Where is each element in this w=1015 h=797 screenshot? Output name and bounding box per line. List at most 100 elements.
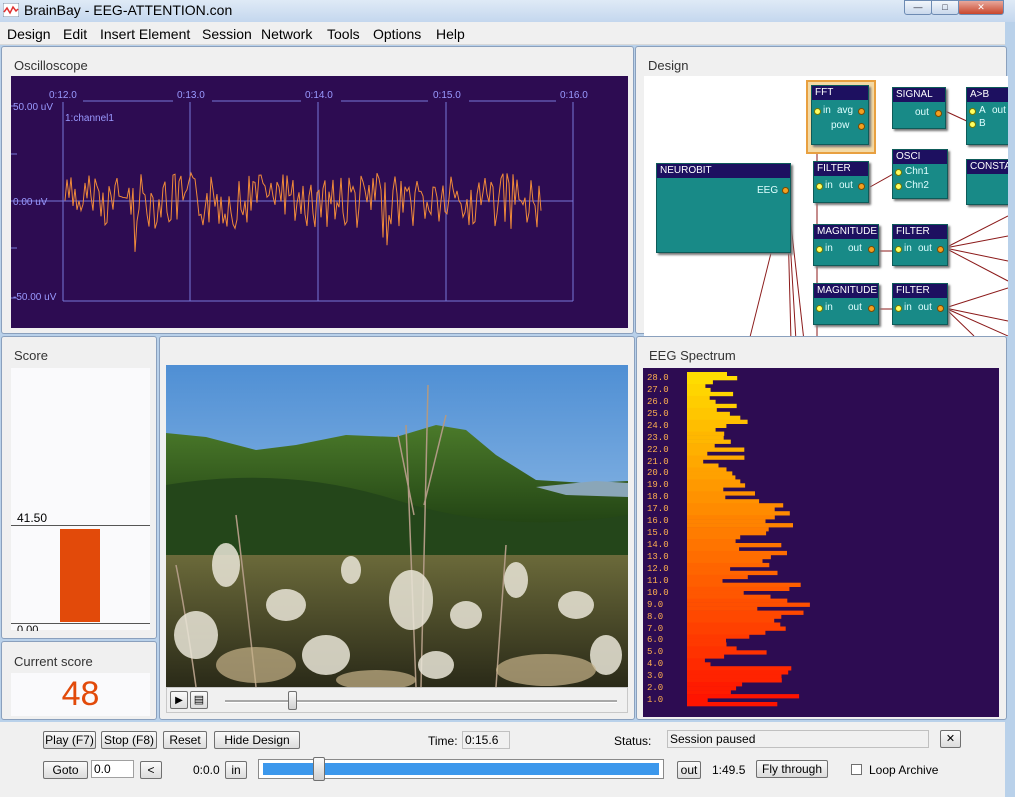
menu-help[interactable]: Help <box>436 26 465 42</box>
hide-design-button[interactable]: Hide Design <box>214 731 300 749</box>
eeg-spectrum-panel: EEG Spectrum 28.0 27.0 26.0 25.0 24.0 23.0 22.… <box>636 336 1007 720</box>
menu-insert-element[interactable]: Insert Element <box>100 26 190 42</box>
close-window-button[interactable]: ✕ <box>958 0 1004 15</box>
osc-channel-label: 1:channel1 <box>65 113 114 124</box>
menu-session[interactable]: Session <box>202 26 252 42</box>
port-icon[interactable] <box>816 305 823 312</box>
node-title: MAGNITUDE <box>814 284 878 298</box>
neurobit-node[interactable]: NEUROBIT EEG <box>656 163 791 253</box>
menu-network[interactable]: Network <box>261 26 312 42</box>
menu-design[interactable]: Design <box>7 26 51 42</box>
node-title: FILTER <box>893 225 947 239</box>
spectrum-bar <box>687 686 737 691</box>
goto-button[interactable]: Goto <box>43 761 88 779</box>
port-icon[interactable] <box>858 123 865 130</box>
spectrum-bar <box>687 618 775 623</box>
port-icon[interactable] <box>937 246 944 253</box>
node-title: OSCI <box>893 150 947 164</box>
port-icon[interactable] <box>868 246 875 253</box>
port-icon[interactable] <box>858 183 865 190</box>
port-icon[interactable] <box>816 246 823 253</box>
oscilloscope-plot[interactable]: 0:12.0 0:13.0 0:14.0 0:15.0 0:16.0 50.00… <box>11 76 628 328</box>
port-icon[interactable] <box>969 121 976 128</box>
mark-in-button[interactable]: in <box>225 761 247 779</box>
status-label: Status: <box>614 734 652 748</box>
filter-node[interactable]: FILTER in out <box>892 224 948 266</box>
port-icon[interactable] <box>814 108 821 115</box>
spectrum-bar <box>687 662 711 667</box>
mark-out-button[interactable]: out <box>677 761 701 779</box>
spectrum-bar <box>687 642 727 647</box>
port-icon[interactable] <box>858 108 865 115</box>
port-icon[interactable] <box>816 183 823 190</box>
spectrum-bar <box>687 638 726 643</box>
spectrum-bar <box>687 439 731 444</box>
comparator-node[interactable]: A>B A out B <box>966 87 1008 145</box>
osc-y-label: 50.00 uV <box>13 102 54 113</box>
spectrum-bar <box>687 586 790 591</box>
video-frame[interactable] <box>166 365 628 687</box>
port-icon[interactable] <box>969 108 976 115</box>
port-label: out <box>848 302 862 313</box>
fly-through-button[interactable]: Fly through <box>756 760 828 778</box>
osci-node[interactable]: OSCI Chn1 Chn2 <box>892 149 948 199</box>
video-seek-thumb[interactable] <box>287 691 297 710</box>
port-icon[interactable] <box>895 169 902 176</box>
filter-node[interactable]: FILTER in out <box>813 161 869 203</box>
spectrum-bar <box>687 562 770 568</box>
play-button[interactable]: Play (F7) <box>43 731 96 749</box>
session-position-thumb[interactable] <box>313 757 326 781</box>
spectrum-bar <box>687 535 741 540</box>
spectrum-bar <box>687 690 731 695</box>
spectrum-bars <box>687 372 810 707</box>
close-icon[interactable]: ✕ <box>940 730 961 748</box>
port-icon[interactable] <box>935 110 942 117</box>
port-label: pow <box>831 120 850 131</box>
video-playlist-button[interactable]: ▤ <box>190 691 208 709</box>
spectrum-bar <box>687 503 784 508</box>
loop-archive-checkbox[interactable] <box>851 764 862 775</box>
port-label: EEG <box>757 185 779 196</box>
design-panel: Design FFT in avg pow SIGNAL out A>B A o… <box>635 46 1008 336</box>
magnitude-node[interactable]: MAGNITUDE in out <box>813 224 879 266</box>
score-panel: Score 41.50 0.00 <box>1 336 157 639</box>
port-icon[interactable] <box>868 305 875 312</box>
window-title-bar[interactable]: BrainBay - EEG-ATTENTION.con — □ ✕ <box>0 0 1015 22</box>
spectrum-bar <box>687 467 727 472</box>
port-icon[interactable] <box>895 305 902 312</box>
video-play-button[interactable]: ▶ <box>170 691 188 709</box>
signal-node[interactable]: SIGNAL out <box>892 87 946 129</box>
port-icon[interactable] <box>937 305 944 312</box>
video-seek-track[interactable] <box>225 700 617 703</box>
port-icon[interactable] <box>895 183 902 190</box>
landscape-image <box>166 365 628 687</box>
stop-button[interactable]: Stop (F8) <box>101 731 157 749</box>
spectrum-bar <box>687 463 719 468</box>
constant-node[interactable]: CONSTA <box>966 159 1008 205</box>
design-canvas[interactable]: FFT in avg pow SIGNAL out A>B A out B NE… <box>644 76 1008 336</box>
minimize-button[interactable]: — <box>904 0 932 15</box>
spectrum-bar <box>687 646 737 651</box>
spectrum-bar <box>687 407 717 413</box>
port-icon[interactable] <box>895 246 902 253</box>
node-title: CONSTA <box>967 160 1008 174</box>
spectrum-bar <box>687 698 708 703</box>
step-back-button[interactable]: < <box>140 761 162 779</box>
menu-tools[interactable]: Tools <box>327 26 360 42</box>
score-min-label: 0.00 <box>17 624 39 631</box>
goto-input[interactable] <box>91 760 134 778</box>
spectrum-bar <box>687 682 743 687</box>
magnitude-node[interactable]: MAGNITUDE in out <box>813 283 879 325</box>
maximize-button[interactable]: □ <box>931 0 959 15</box>
reset-button[interactable]: Reset <box>163 731 207 749</box>
spectrum-bar <box>687 507 775 512</box>
menu-options[interactable]: Options <box>373 26 421 42</box>
port-icon[interactable] <box>782 187 789 194</box>
session-control-bar: Play (F7) Stop (F8) Reset Hide Design Ti… <box>0 722 1005 797</box>
fft-node[interactable]: FFT in avg pow <box>811 85 869 145</box>
menu-edit[interactable]: Edit <box>63 26 87 42</box>
filter-node[interactable]: FILTER in out <box>892 283 948 325</box>
spectrum-bar <box>687 594 771 599</box>
spectrum-bar <box>687 566 731 572</box>
spectrum-bar <box>687 419 748 424</box>
